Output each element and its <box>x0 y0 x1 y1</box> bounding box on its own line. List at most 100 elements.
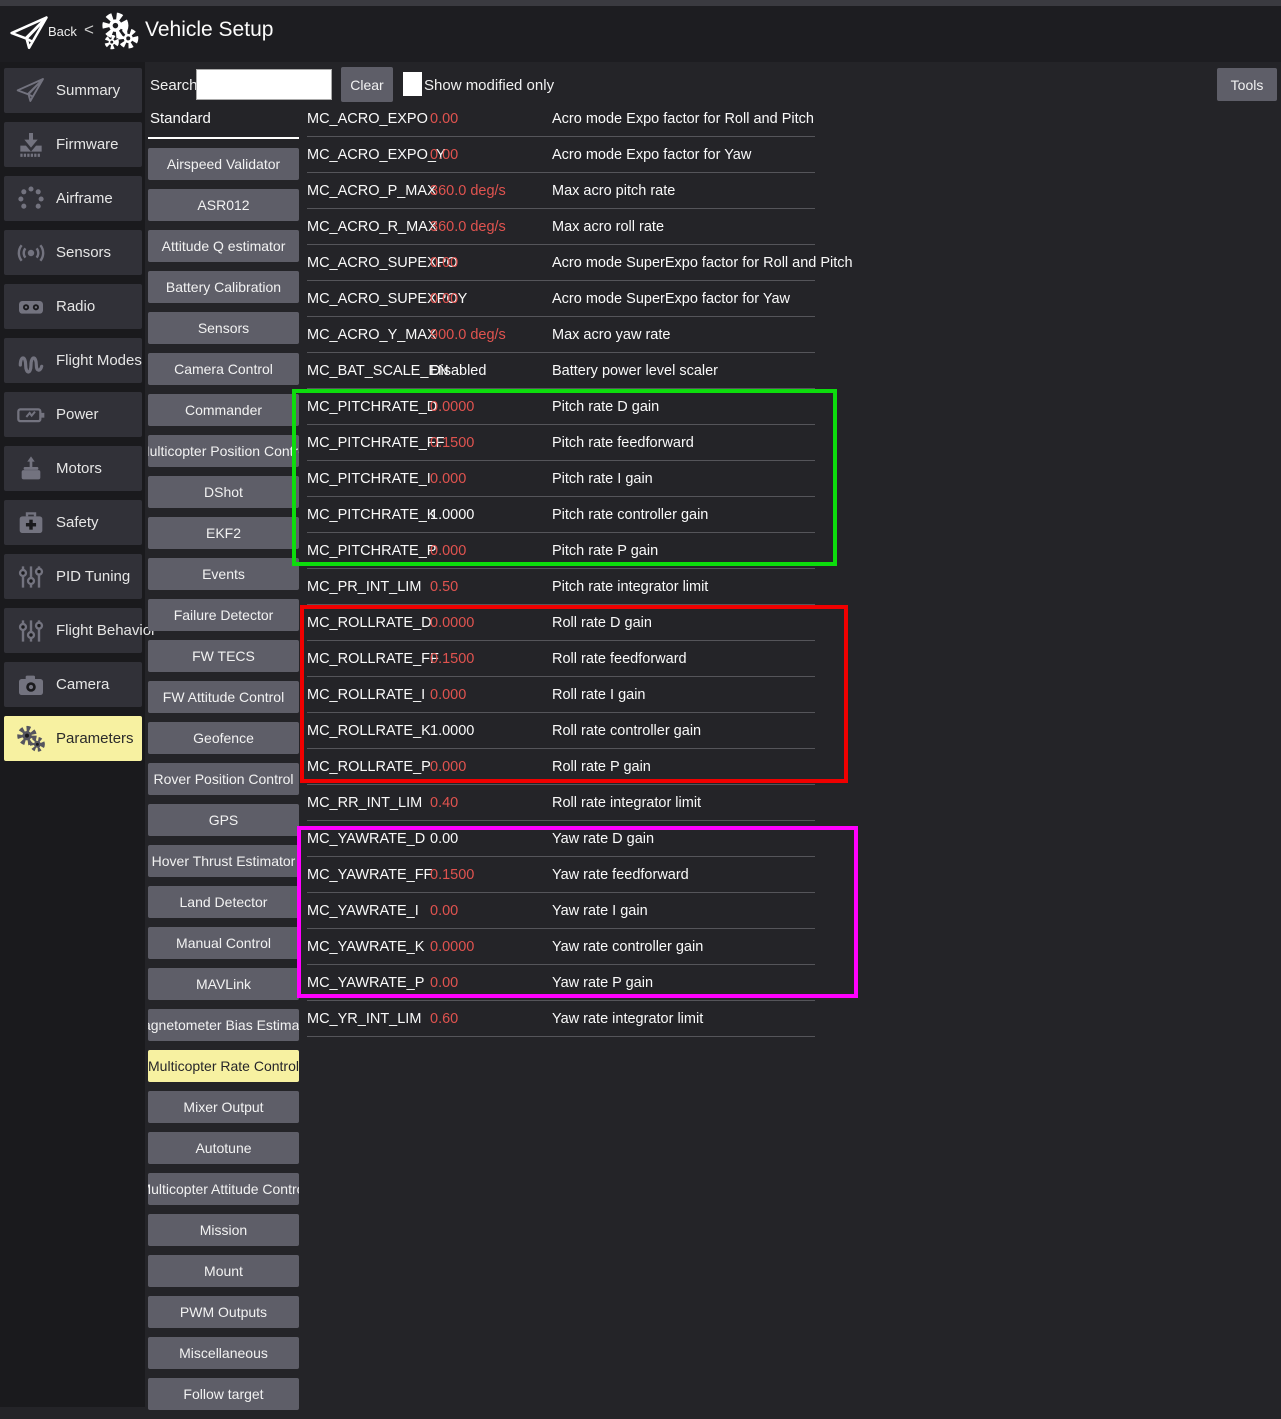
group-button-magnetometer-bias-estimator[interactable]: Magnetometer Bias Estimator <box>148 1009 299 1041</box>
sidebar-item-label: Parameters <box>56 730 134 747</box>
parameter-row-mc-pitchrate-k[interactable]: MC_PITCHRATE_K 1.0000 Pitch rate control… <box>307 497 815 533</box>
group-button-dshot[interactable]: DShot <box>148 476 299 508</box>
group-button-attitude-q-estimator[interactable]: Attitude Q estimator <box>148 230 299 262</box>
parameter-row-mc-pitchrate-ff[interactable]: MC_PITCHRATE_FF 0.1500 Pitch rate feedfo… <box>307 425 815 461</box>
breadcrumb-chevron: < <box>84 20 94 40</box>
parameter-row-mc-pr-int-lim[interactable]: MC_PR_INT_LIM 0.50 Pitch rate integrator… <box>307 569 815 605</box>
group-button-fw-attitude-control[interactable]: FW Attitude Control <box>148 681 299 713</box>
parameter-row-mc-yawrate-d[interactable]: MC_YAWRATE_D 0.00 Yaw rate D gain <box>307 821 815 857</box>
sensors-icon <box>13 237 49 269</box>
group-button-follow-target[interactable]: Follow target <box>148 1378 299 1410</box>
parameter-row-mc-acro-y-max[interactable]: MC_ACRO_Y_MAX 900.0 deg/s Max acro yaw r… <box>307 317 815 353</box>
parameter-row-mc-acro-expo-y[interactable]: MC_ACRO_EXPO_Y 0.00 Acro mode Expo facto… <box>307 137 815 173</box>
parameter-row-mc-rollrate-i[interactable]: MC_ROLLRATE_I 0.000 Roll rate I gain <box>307 677 815 713</box>
group-button-mount[interactable]: Mount <box>148 1255 299 1287</box>
sidebar-item-sensors[interactable]: Sensors <box>4 230 142 275</box>
group-button-multicopter-rate-control[interactable]: Multicopter Rate Control <box>148 1050 299 1082</box>
search-input[interactable] <box>196 69 332 100</box>
parameter-name: MC_PITCHRATE_P <box>307 543 430 559</box>
parameter-row-mc-rollrate-d[interactable]: MC_ROLLRATE_D 0.0000 Roll rate D gain <box>307 605 815 641</box>
group-button-fw-tecs[interactable]: FW TECS <box>148 640 299 672</box>
group-button-sensors[interactable]: Sensors <box>148 312 299 344</box>
parameter-row-mc-rr-int-lim[interactable]: MC_RR_INT_LIM 0.40 Roll rate integrator … <box>307 785 815 821</box>
sidebar-item-label: Flight Modes <box>56 352 142 369</box>
parameter-row-mc-rollrate-p[interactable]: MC_ROLLRATE_P 0.000 Roll rate P gain <box>307 749 815 785</box>
parameter-row-mc-yawrate-i[interactable]: MC_YAWRATE_I 0.00 Yaw rate I gain <box>307 893 815 929</box>
parameter-description: Max acro pitch rate <box>552 183 675 199</box>
parameter-row-mc-yr-int-lim[interactable]: MC_YR_INT_LIM 0.60 Yaw rate integrator l… <box>307 1001 815 1037</box>
parameter-value: 0.1500 <box>430 651 552 667</box>
group-button-hover-thrust-estimator[interactable]: Hover Thrust Estimator <box>148 845 299 877</box>
sidebar-item-pid-tuning[interactable]: PID Tuning <box>4 554 142 599</box>
group-button-mavlink[interactable]: MAVLink <box>148 968 299 1000</box>
parameter-row-mc-pitchrate-p[interactable]: MC_PITCHRATE_P 0.000 Pitch rate P gain <box>307 533 815 569</box>
sidebar-item-radio[interactable]: Radio <box>4 284 142 329</box>
group-button-commander[interactable]: Commander <box>148 394 299 426</box>
sidebar-item-camera[interactable]: Camera <box>4 662 142 707</box>
tools-button[interactable]: Tools <box>1217 68 1277 101</box>
group-button-camera-control[interactable]: Camera Control <box>148 353 299 385</box>
sidebar-item-summary[interactable]: Summary <box>4 68 142 113</box>
group-button-land-detector[interactable]: Land Detector <box>148 886 299 918</box>
sidebar-item-safety[interactable]: Safety <box>4 500 142 545</box>
group-button-asr012[interactable]: ASR012 <box>148 189 299 221</box>
group-button-mission[interactable]: Mission <box>148 1214 299 1246</box>
group-button-multicopter-attitude-control[interactable]: Multicopter Attitude Control <box>148 1173 299 1205</box>
parameter-row-mc-pitchrate-i[interactable]: MC_PITCHRATE_I 0.000 Pitch rate I gain <box>307 461 815 497</box>
group-button-battery-calibration[interactable]: Battery Calibration <box>148 271 299 303</box>
clear-button[interactable]: Clear <box>341 67 393 102</box>
parameter-row-mc-yawrate-k[interactable]: MC_YAWRATE_K 0.0000 Yaw rate controller … <box>307 929 815 965</box>
parameter-description: Max acro yaw rate <box>552 327 670 343</box>
parameter-row-mc-yawrate-p[interactable]: MC_YAWRATE_P 0.00 Yaw rate P gain <box>307 965 815 1001</box>
group-button-rover-position-control[interactable]: Rover Position Control <box>148 763 299 795</box>
sidebar-item-label: Summary <box>56 82 120 99</box>
group-button-pwm-outputs[interactable]: PWM Outputs <box>148 1296 299 1328</box>
group-button-ekf2[interactable]: EKF2 <box>148 517 299 549</box>
sidebar-item-label: Firmware <box>56 136 119 153</box>
parameter-row-mc-rollrate-ff[interactable]: MC_ROLLRATE_FF 0.1500 Roll rate feedforw… <box>307 641 815 677</box>
setup-sidebar: Summary Firmware Airframe Sensors Radio … <box>0 62 145 1407</box>
parameter-row-mc-acro-supexpoy[interactable]: MC_ACRO_SUPEXPOY 0.00 Acro mode SuperExp… <box>307 281 815 317</box>
parameter-name: MC_PITCHRATE_K <box>307 507 430 523</box>
group-button-gps[interactable]: GPS <box>148 804 299 836</box>
sidebar-item-motors[interactable]: Motors <box>4 446 142 491</box>
group-button-airspeed-validator[interactable]: Airspeed Validator <box>148 148 299 180</box>
parameter-row-mc-acro-expo[interactable]: MC_ACRO_EXPO 0.00 Acro mode Expo factor … <box>307 101 815 137</box>
parameter-value: 0.0000 <box>430 939 552 955</box>
parameter-row-mc-bat-scale-en[interactable]: MC_BAT_SCALE_EN Disabled Battery power l… <box>307 353 815 389</box>
sidebar-item-flight-modes[interactable]: Flight Modes <box>4 338 142 383</box>
parameter-description: Acro mode SuperExpo factor for Roll and … <box>552 255 853 271</box>
group-button-multicopter-position-control[interactable]: Multicopter Position Control <box>148 435 299 467</box>
airframe-icon <box>13 183 49 215</box>
parameter-name: MC_PR_INT_LIM <box>307 579 430 595</box>
group-button-miscellaneous[interactable]: Miscellaneous <box>148 1337 299 1369</box>
parameter-row-mc-acro-supexpo[interactable]: MC_ACRO_SUPEXPO 0.00 Acro mode SuperExpo… <box>307 245 815 281</box>
group-button-mixer-output[interactable]: Mixer Output <box>148 1091 299 1123</box>
parameter-row-mc-acro-p-max[interactable]: MC_ACRO_P_MAX 360.0 deg/s Max acro pitch… <box>307 173 815 209</box>
parameter-value: 0.00 <box>430 111 552 127</box>
firmware-icon <box>13 129 49 161</box>
group-button-manual-control[interactable]: Manual Control <box>148 927 299 959</box>
parameter-row-mc-rollrate-k[interactable]: MC_ROLLRATE_K 1.0000 Roll rate controlle… <box>307 713 815 749</box>
show-modified-checkbox[interactable] <box>403 72 422 96</box>
parameter-row-mc-pitchrate-d[interactable]: MC_PITCHRATE_D 0.0000 Pitch rate D gain <box>307 389 815 425</box>
parameter-description: Yaw rate P gain <box>552 975 653 991</box>
parameter-row-mc-yawrate-ff[interactable]: MC_YAWRATE_FF 0.1500 Yaw rate feedforwar… <box>307 857 815 893</box>
parameter-value: 360.0 deg/s <box>430 183 552 199</box>
group-button-failure-detector[interactable]: Failure Detector <box>148 599 299 631</box>
qgc-paper-plane-logo-icon[interactable] <box>8 12 52 56</box>
sidebar-item-firmware[interactable]: Firmware <box>4 122 142 167</box>
sidebar-item-airframe[interactable]: Airframe <box>4 176 142 221</box>
group-button-events[interactable]: Events <box>148 558 299 590</box>
sidebar-item-power[interactable]: Power <box>4 392 142 437</box>
parameter-value: 0.00 <box>430 975 552 991</box>
group-button-autotune[interactable]: Autotune <box>148 1132 299 1164</box>
sidebar-item-parameters[interactable]: Parameters <box>4 716 142 761</box>
sidebar-item-flight-behavior[interactable]: Flight Behavior <box>4 608 142 653</box>
parameter-description: Yaw rate integrator limit <box>552 1011 703 1027</box>
parameter-row-mc-acro-r-max[interactable]: MC_ACRO_R_MAX 360.0 deg/s Max acro roll … <box>307 209 815 245</box>
group-button-geofence[interactable]: Geofence <box>148 722 299 754</box>
parameter-name: MC_ACRO_Y_MAX <box>307 327 430 343</box>
group-category-header[interactable]: Standard <box>148 108 299 139</box>
back-button[interactable]: Back <box>48 24 77 39</box>
